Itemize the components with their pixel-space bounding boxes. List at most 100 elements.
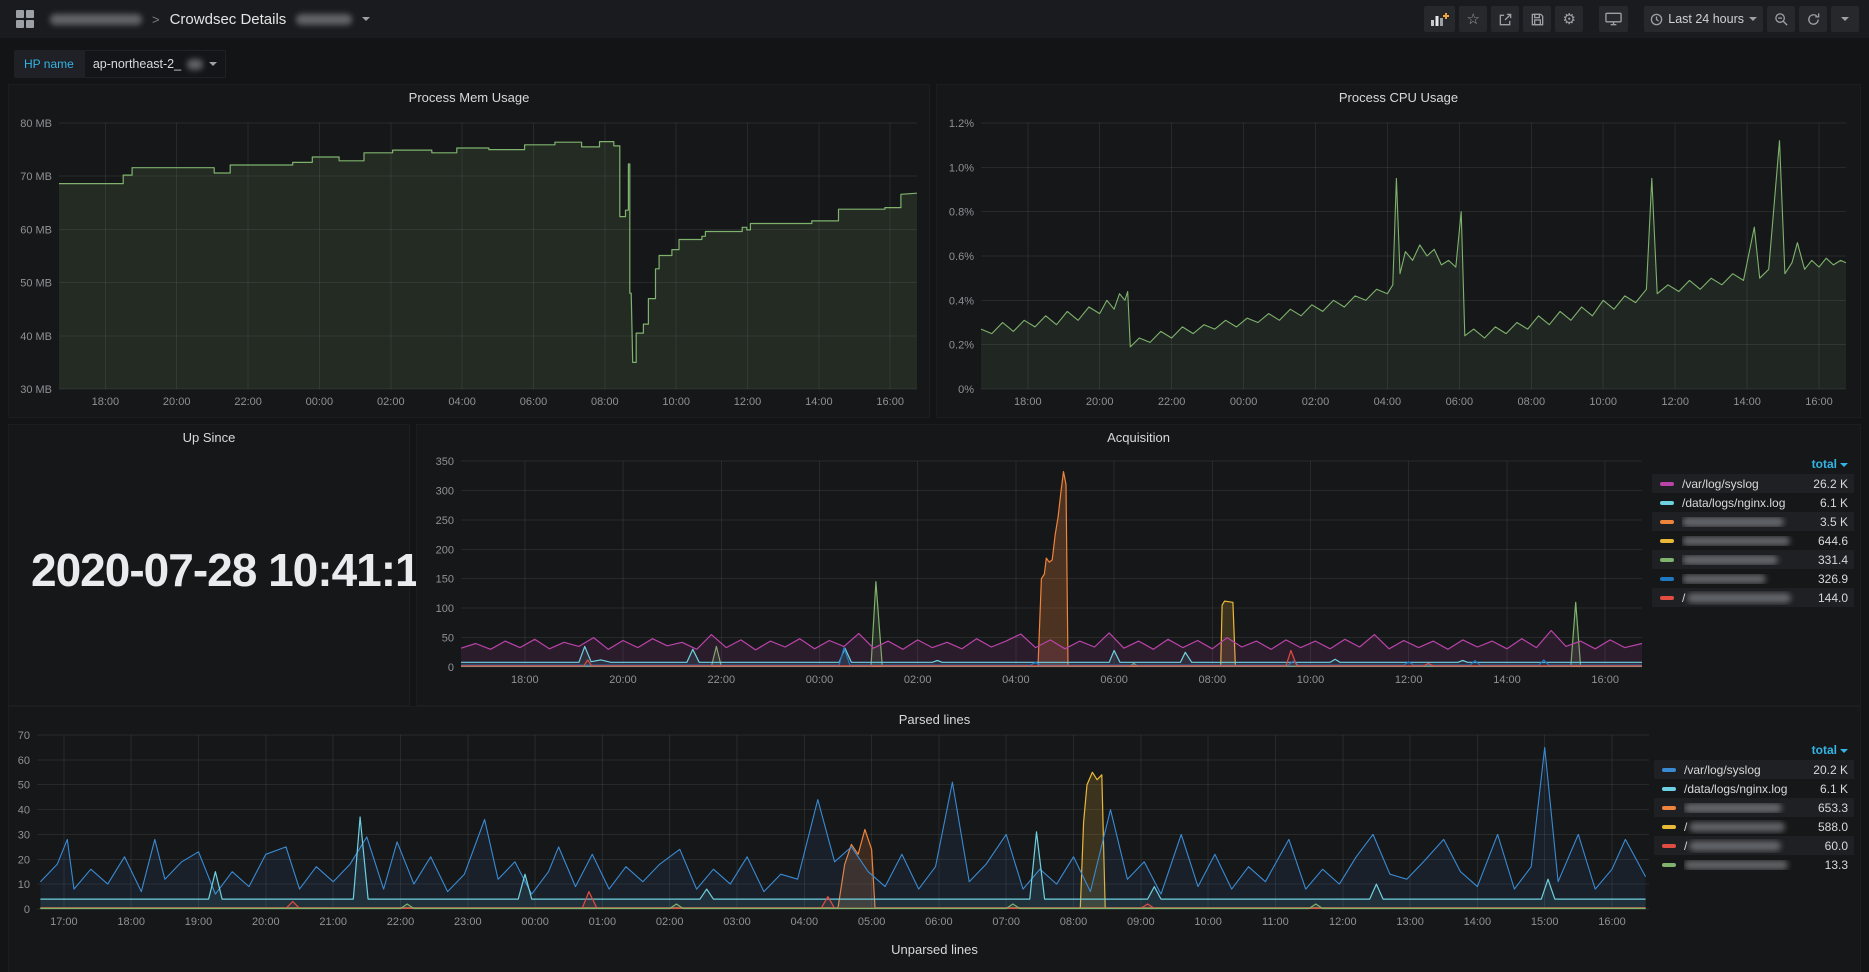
svg-text:10:00: 10:00 (1194, 916, 1222, 928)
chevron-down-icon (1749, 17, 1757, 21)
legend-row[interactable]: /var/log/syslog26.2 K (1652, 474, 1854, 493)
legend-row[interactable]: 326.9 (1652, 569, 1854, 588)
svg-text:06:00: 06:00 (1446, 396, 1474, 408)
svg-text:14:00: 14:00 (1464, 916, 1492, 928)
svg-text:09:00: 09:00 (1127, 916, 1155, 928)
variable-value-dropdown[interactable]: ap-northeast-2_ (84, 50, 226, 78)
series-total-value: 326.9 (1804, 572, 1848, 586)
svg-text:08:00: 08:00 (1518, 396, 1546, 408)
legend-row[interactable]: /data/logs/nginx.log6.1 K (1654, 779, 1854, 798)
series-label (1682, 536, 1796, 546)
navbar-actions: ☆ ⚙ Las (1424, 6, 1859, 32)
svg-text:16:00: 16:00 (1805, 396, 1833, 408)
svg-text:04:00: 04:00 (791, 916, 819, 928)
svg-text:40 MB: 40 MB (20, 331, 52, 343)
dashboard-title[interactable]: Crowdsec Details (170, 11, 287, 28)
svg-text:12:00: 12:00 (1329, 916, 1357, 928)
svg-text:07:00: 07:00 (992, 916, 1020, 928)
panel-process-cpu-usage: Process CPU Usage 18:0020:0022:0000:0002… (936, 84, 1861, 418)
panel-title[interactable]: Up Since (9, 430, 409, 445)
legend-row[interactable]: 13.3 (1654, 855, 1854, 874)
settings-button[interactable]: ⚙ (1555, 6, 1583, 32)
refresh-button[interactable] (1799, 6, 1827, 32)
acquisition-legend: total/var/log/syslog26.2 K/data/logs/ngi… (1652, 455, 1854, 607)
panel-process-mem-usage: Process Mem Usage 18:0020:0022:0000:0002… (8, 84, 930, 418)
series-color-swatch (1662, 825, 1676, 829)
panel-title-unparsed-lines[interactable]: Unparsed lines (8, 942, 1861, 957)
chevron-right-icon: > (152, 12, 160, 27)
svg-text:01:00: 01:00 (589, 916, 617, 928)
svg-text:18:00: 18:00 (92, 396, 120, 408)
svg-text:00:00: 00:00 (306, 396, 334, 408)
variable-label: HP name (14, 50, 84, 78)
legend-sort-total[interactable]: total (1652, 455, 1854, 474)
panel-title[interactable]: Acquisition (417, 430, 1860, 445)
svg-text:0.8%: 0.8% (949, 207, 974, 219)
series-color-swatch (1660, 577, 1674, 581)
legend-row[interactable]: /60.0 (1654, 836, 1854, 855)
legend-row[interactable]: 653.3 (1654, 798, 1854, 817)
svg-text:60 MB: 60 MB (20, 224, 52, 236)
cycle-view-button[interactable] (1599, 6, 1628, 32)
cpu-chart[interactable]: 18:0020:0022:0000:0002:0004:0006:0008:00… (937, 85, 1862, 419)
breadcrumb-folder-redacted[interactable] (50, 14, 142, 25)
series-total-value: 331.4 (1804, 553, 1848, 567)
series-color-swatch (1660, 596, 1674, 600)
acquisition-chart[interactable]: 18:0020:0022:0000:0002:0004:0006:0008:00… (417, 425, 1650, 707)
star-button[interactable]: ☆ (1459, 6, 1487, 32)
share-button[interactable] (1491, 6, 1519, 32)
navbar: > Crowdsec Details ☆ (0, 0, 1869, 38)
panel-title[interactable]: Parsed lines (9, 712, 1860, 727)
svg-text:60: 60 (18, 755, 30, 767)
redacted-label (1682, 536, 1790, 546)
clock-icon (1650, 13, 1663, 26)
up-since-value: 2020-07-28 10:41:10 (31, 543, 444, 597)
legend-row[interactable]: /data/logs/nginx.log6.1 K (1652, 493, 1854, 512)
svg-text:0: 0 (24, 904, 30, 916)
save-button[interactable] (1523, 6, 1551, 32)
redacted-label (1689, 841, 1781, 851)
refresh-interval-dropdown[interactable] (1831, 6, 1859, 32)
svg-text:16:00: 16:00 (1598, 916, 1626, 928)
zoom-out-button[interactable] (1767, 6, 1795, 32)
legend-row[interactable]: 644.6 (1652, 531, 1854, 550)
svg-text:19:00: 19:00 (185, 916, 213, 928)
legend-sort-total[interactable]: total (1654, 741, 1854, 760)
legend-row[interactable]: 331.4 (1652, 550, 1854, 569)
svg-text:30: 30 (18, 829, 30, 841)
series-label (1682, 555, 1796, 565)
svg-text:12:00: 12:00 (1395, 674, 1423, 686)
panel-title[interactable]: Process CPU Usage (937, 90, 1860, 105)
series-total-value: 26.2 K (1804, 477, 1848, 491)
svg-text:350: 350 (436, 456, 454, 468)
svg-text:08:00: 08:00 (1060, 916, 1088, 928)
chevron-down-icon[interactable] (362, 17, 370, 21)
apps-grid-icon[interactable] (16, 10, 34, 28)
svg-text:18:00: 18:00 (511, 674, 539, 686)
svg-text:18:00: 18:00 (117, 916, 145, 928)
svg-text:12:00: 12:00 (1661, 396, 1689, 408)
series-label: / (1684, 839, 1796, 853)
svg-text:1.0%: 1.0% (949, 162, 974, 174)
legend-row[interactable]: /var/log/syslog20.2 K (1654, 760, 1854, 779)
series-color-swatch (1660, 558, 1674, 562)
panel-title[interactable]: Process Mem Usage (9, 90, 929, 105)
legend-row[interactable]: /144.0 (1652, 588, 1854, 607)
svg-text:22:00: 22:00 (387, 916, 415, 928)
mem-plot: 18:0020:0022:0000:0002:0004:0006:0008:00… (9, 85, 931, 419)
time-range-label: Last 24 hours (1668, 12, 1744, 26)
panel-parsed-lines: Parsed lines 17:0018:0019:0020:0021:0022… (8, 706, 1861, 972)
parsed-lines-chart[interactable]: 17:0018:0019:0020:0021:0022:0023:0000:00… (9, 707, 1657, 945)
svg-text:16:00: 16:00 (876, 396, 904, 408)
time-picker-button[interactable]: Last 24 hours (1644, 6, 1763, 32)
add-panel-button[interactable] (1424, 6, 1455, 32)
svg-text:06:00: 06:00 (520, 396, 548, 408)
refresh-icon (1806, 12, 1821, 27)
variable-value-text: ap-northeast-2_ (93, 57, 181, 71)
svg-text:02:00: 02:00 (1302, 396, 1330, 408)
legend-row[interactable]: 3.5 K (1652, 512, 1854, 531)
panel-up-since: Up Since 2020-07-28 10:41:10 (8, 424, 410, 706)
legend-row[interactable]: /588.0 (1654, 817, 1854, 836)
mem-chart[interactable]: 18:0020:0022:0000:0002:0004:0006:0008:00… (9, 85, 931, 419)
series-total-value: 13.3 (1804, 858, 1848, 872)
